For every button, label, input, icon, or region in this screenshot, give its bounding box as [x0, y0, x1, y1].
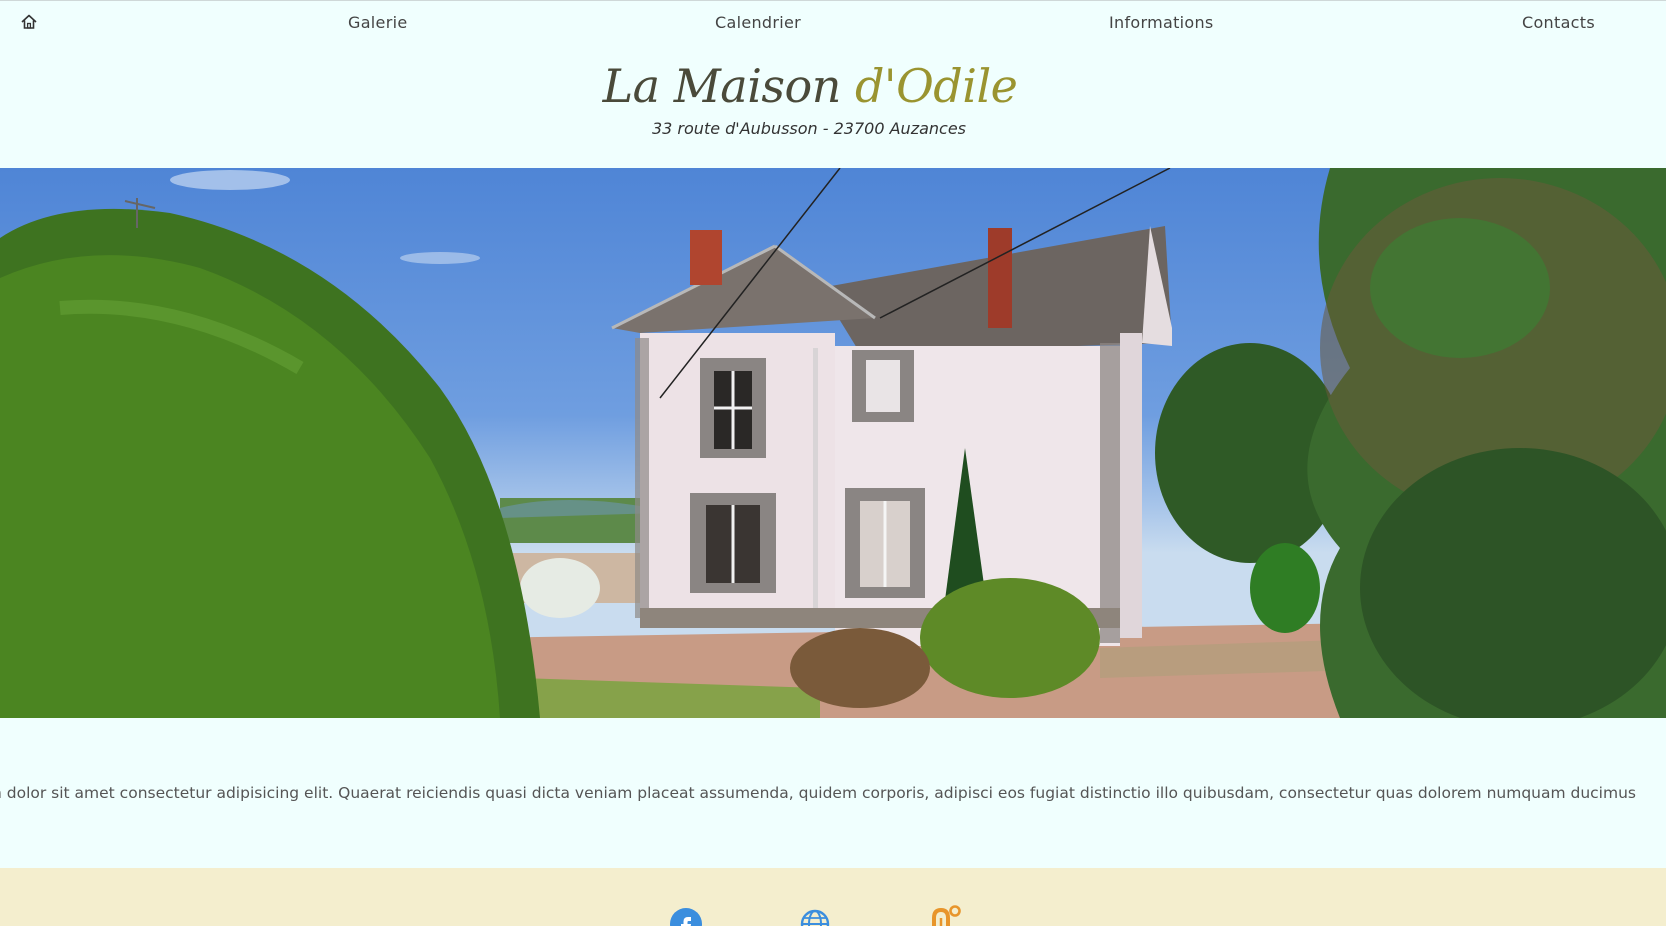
site-title-part1: La Maison: [602, 59, 855, 113]
hero-house-photo: [0, 168, 1666, 718]
site-title: La Maison d'Odile: [0, 59, 1620, 113]
home-icon[interactable]: [20, 13, 38, 31]
nav-link-contacts[interactable]: Contacts: [1522, 13, 1595, 32]
globe-icon[interactable]: [799, 908, 831, 926]
footer: [0, 868, 1666, 926]
scrolling-text-banner: n dolor sit amet consectetur adipisicing…: [0, 784, 1666, 806]
site-title-part2: d'Odile: [854, 59, 1018, 113]
nav-link-informations[interactable]: Informations: [1109, 13, 1214, 32]
scrolling-text: n dolor sit amet consectetur adipisicing…: [0, 784, 1636, 802]
nav-link-galerie[interactable]: Galerie: [348, 13, 407, 32]
nav-link-calendrier[interactable]: Calendrier: [715, 13, 801, 32]
facebook-icon[interactable]: [670, 908, 702, 926]
page: Galerie Calendrier Informations Contacts…: [0, 0, 1666, 926]
site-address: 33 route d'Aubusson - 23700 Auzances: [651, 119, 967, 138]
top-nav: Galerie Calendrier Informations Contacts: [0, 1, 1666, 45]
house-illustration: [0, 168, 1666, 718]
partner-logo-icon[interactable]: [930, 904, 962, 926]
